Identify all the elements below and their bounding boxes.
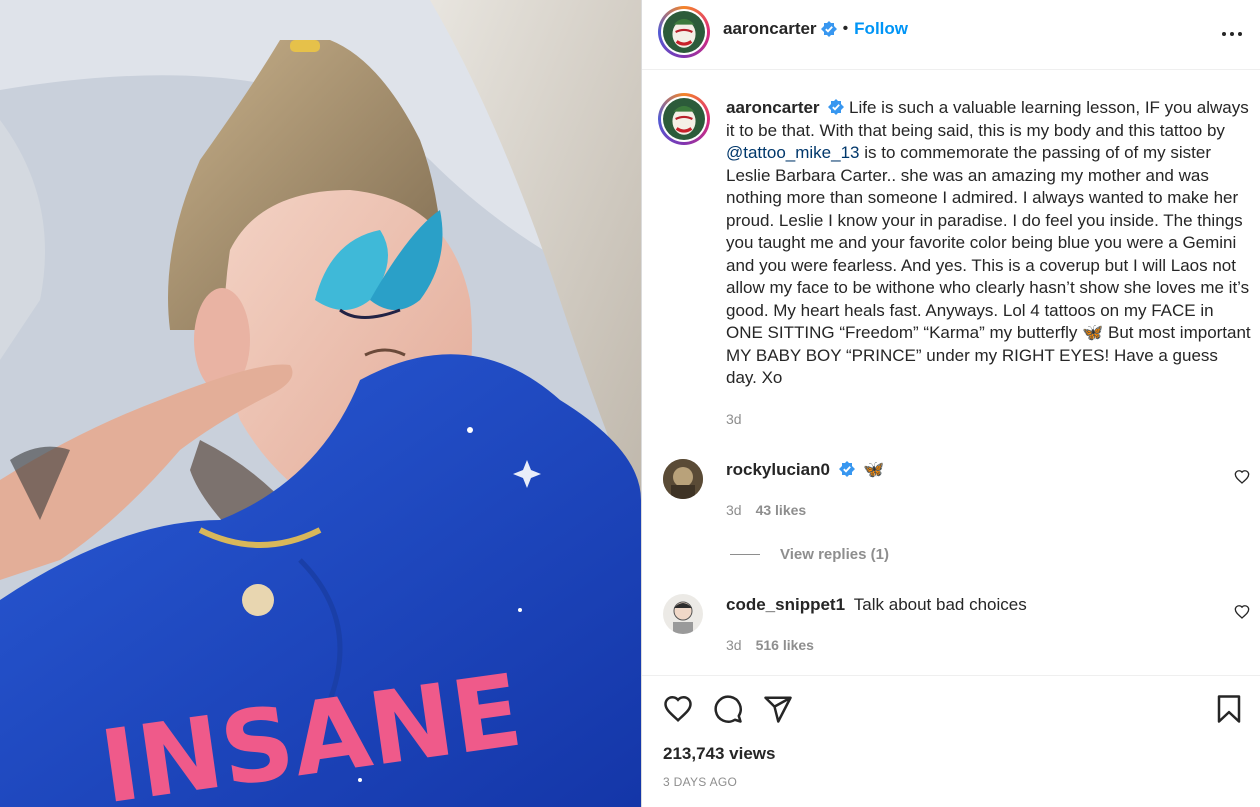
post-date[interactable]: 3 DAYS AGO bbox=[663, 775, 737, 789]
follow-button[interactable]: Follow bbox=[854, 19, 908, 39]
author-line: aaroncarter • Follow bbox=[723, 19, 908, 39]
comment-text: 🦋 bbox=[863, 460, 885, 479]
bookmark-icon[interactable] bbox=[1214, 694, 1244, 724]
comment-likes[interactable]: 43 likes bbox=[756, 502, 807, 518]
share-icon[interactable] bbox=[763, 694, 793, 724]
verified-icon bbox=[828, 99, 845, 115]
comment-like-heart-icon[interactable] bbox=[1234, 469, 1250, 485]
replies-line bbox=[730, 554, 760, 555]
commenter-avatar[interactable] bbox=[663, 594, 703, 634]
comment-time[interactable]: 3d bbox=[726, 502, 742, 518]
post-caption: aaroncarter Life is such a valuable lear… bbox=[726, 97, 1251, 430]
verified-icon bbox=[838, 461, 855, 477]
caption-text-suffix: is to commemorate the passing of of my s… bbox=[726, 143, 1251, 387]
comment-meta: 3d 516 likes bbox=[726, 637, 814, 653]
comment-text: Talk about bad choices bbox=[853, 595, 1027, 614]
author-avatar[interactable] bbox=[658, 6, 710, 58]
post-actions-bar: 213,743 views 3 DAYS AGO bbox=[642, 675, 1260, 807]
caption-mention-link[interactable]: @tattoo_mike_13 bbox=[726, 143, 860, 162]
comment-like-heart-icon[interactable] bbox=[1234, 604, 1250, 620]
commenter-avatar-icon bbox=[663, 594, 703, 634]
author-username[interactable]: aaroncarter bbox=[723, 19, 817, 39]
post-header: aaroncarter • Follow bbox=[642, 0, 1260, 70]
separator-dot: • bbox=[842, 20, 849, 37]
joker-avatar-icon bbox=[663, 11, 705, 53]
comment-icon[interactable] bbox=[713, 694, 743, 724]
view-count[interactable]: 213,743 views bbox=[663, 744, 775, 764]
joker-avatar-icon bbox=[663, 98, 705, 140]
commenter-avatar[interactable] bbox=[663, 459, 703, 499]
view-replies-button[interactable]: View replies (1) bbox=[730, 546, 889, 563]
comment-row: code_snippet1 Talk about bad choices bbox=[726, 595, 1027, 615]
comment-time[interactable]: 3d bbox=[726, 637, 742, 653]
comment-meta: 3d 43 likes bbox=[726, 502, 806, 518]
comment-likes[interactable]: 516 likes bbox=[756, 637, 814, 653]
caption-time[interactable]: 3d bbox=[726, 408, 1251, 431]
caption-author-username[interactable]: aaroncarter bbox=[726, 98, 820, 117]
comments-area[interactable]: aaroncarter Life is such a valuable lear… bbox=[642, 70, 1260, 675]
commenter-avatar-icon bbox=[663, 459, 703, 499]
view-replies-label[interactable]: View replies (1) bbox=[780, 546, 889, 563]
post-details-panel: aaroncarter • Follow aaroncarter Life is… bbox=[642, 0, 1260, 807]
comment-row: rockylucian0 🦋 bbox=[726, 460, 885, 480]
verified-icon bbox=[820, 21, 837, 37]
commenter-username[interactable]: code_snippet1 bbox=[726, 595, 845, 614]
caption-author-avatar[interactable] bbox=[658, 93, 710, 145]
more-icon[interactable] bbox=[1220, 22, 1244, 46]
heart-icon[interactable] bbox=[663, 694, 693, 724]
post-image[interactable]: INSANE bbox=[0, 0, 641, 807]
post-photo-illustration: INSANE bbox=[0, 0, 641, 807]
commenter-username[interactable]: rockylucian0 bbox=[726, 460, 830, 479]
